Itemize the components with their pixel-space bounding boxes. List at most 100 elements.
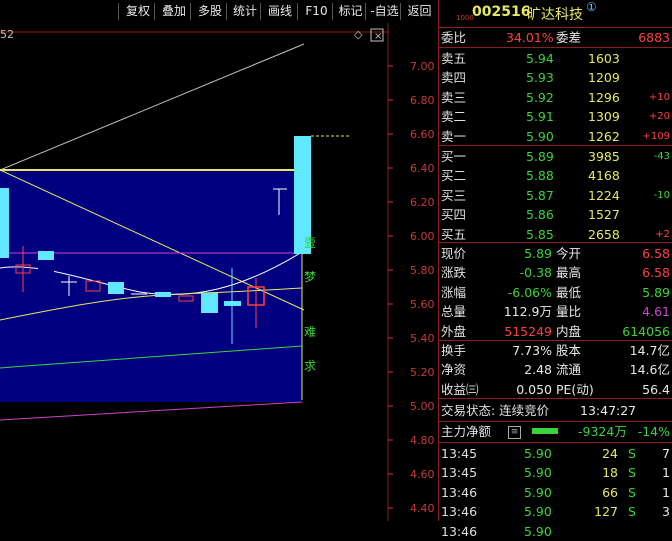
quote-label: 涨幅 (441, 284, 467, 300)
quote-row: 涨跌 -0.38 最高 6.58 (438, 263, 672, 282)
status-time: 13:47:27 (580, 403, 637, 418)
order-label: 买三 (441, 187, 467, 203)
order-label: 卖三 (441, 89, 467, 105)
stock-circle-mark: ① (586, 0, 597, 14)
quote-row: 现价 5.89 今开 6.58 (438, 244, 672, 263)
order-price: 5.90 (526, 128, 554, 144)
order-volume: 2658 (588, 226, 620, 242)
quote-value: 14.6亿 (629, 362, 670, 378)
chart-corner-value: 52 (0, 28, 14, 41)
quote-label: 量比 (556, 304, 582, 320)
axis-tick-label: 5.20 (410, 366, 435, 379)
axis-tick-label: 5.80 (410, 264, 435, 277)
quote-label: 最高 (556, 265, 582, 281)
tick-time: 13:45 (441, 446, 478, 461)
mainforce-row: 主力净额 ≡ -9324万 -14% (438, 422, 672, 441)
quote-value: 5.89 (524, 246, 552, 261)
quote-value: 112.9万 (503, 304, 552, 320)
order-price: 5.88 (526, 168, 554, 184)
tick-count: 1 (662, 465, 670, 481)
order-label: 卖五 (441, 51, 467, 66)
order-row: 卖四 5.93 1209 (438, 68, 672, 87)
kline-chart[interactable]: 7.00 6.80 6.60 6.40 6.20 6.00 5.80 5.60 5.40 5.20… (0, 0, 438, 521)
mainforce-label: 主力净额 (441, 424, 492, 439)
mainforce-pct: -14% (637, 424, 670, 439)
quote-label: PE(动) (556, 381, 594, 397)
order-row: 卖五 5.94 1603 (438, 49, 672, 68)
order-row: 买一 5.89 3985 -43 (438, 147, 672, 166)
axis-tick-label: 7.00 (410, 60, 435, 73)
quote-value: 2.48 (524, 362, 552, 378)
order-volume: 3985 (588, 149, 620, 164)
axis-tick-label: 6.40 (410, 162, 435, 175)
candle (38, 251, 54, 260)
quote-value: 5.89 (642, 284, 670, 300)
order-label: 卖二 (441, 109, 467, 125)
axis-tick-label: 4.40 (410, 502, 435, 515)
tick-side: S (628, 484, 636, 500)
tick-count: 3 (662, 504, 670, 520)
axis-tick-label: 6.60 (410, 128, 435, 141)
quote-value: 56.4 (642, 381, 670, 397)
candle (155, 292, 171, 297)
divider (438, 442, 672, 443)
quote-value: 614056 (622, 323, 670, 339)
list-icon[interactable]: ≡ (508, 426, 521, 439)
quote-value: -6.06% (507, 284, 552, 300)
tick-row: 13:45 5.90 18 S 1 (438, 463, 672, 482)
order-volume: 1603 (588, 51, 620, 66)
quote-row: 涨幅 -6.06% 最低 5.89 (438, 283, 672, 302)
quote-label: 现价 (441, 246, 467, 261)
order-row: 卖一 5.90 1262 +109 (438, 127, 672, 146)
divider (438, 242, 672, 243)
order-change: +10 (648, 91, 670, 103)
diamond-icon[interactable]: ◇ (354, 28, 363, 41)
order-price: 5.91 (526, 109, 554, 125)
tick-row: 13:46 5.90 (438, 522, 672, 541)
order-row: 买五 5.85 2658 +2 (438, 225, 672, 244)
axis-tick-label: 5.60 (410, 298, 435, 311)
tick-time: 13:46 (441, 523, 478, 539)
quote-value: 6.58 (642, 246, 670, 261)
stock-code: 002516 (472, 4, 531, 20)
annotation-char: 难 (304, 325, 316, 339)
quote-label: 最低 (556, 284, 582, 300)
quote-label: 总量 (441, 304, 467, 320)
tick-count: 1 (662, 484, 670, 500)
candle (108, 282, 124, 294)
order-price: 5.89 (526, 149, 554, 164)
tick-row: 13:45 5.90 24 S 7 (438, 444, 672, 463)
order-volume: 1224 (588, 187, 620, 203)
tick-time: 13:45 (441, 465, 478, 481)
weibi-value: 34.01% (506, 30, 554, 45)
divider (438, 47, 672, 48)
order-volume: 1262 (588, 128, 620, 144)
quote-label: 流通 (556, 362, 582, 378)
quote-row: 净资 2.48 流通 14.6亿 (438, 360, 672, 379)
tick-volume: 127 (594, 504, 618, 520)
annotation-char: 求 (304, 359, 316, 373)
quote-label: 内盘 (556, 323, 582, 339)
order-price: 5.85 (526, 226, 554, 242)
axis-tick-label: 5.00 (410, 400, 435, 413)
order-row: 买四 5.86 1527 (438, 205, 672, 224)
quote-row: 外盘 515249 内盘 614056 (438, 322, 672, 341)
weicha-label: 委差 (556, 30, 582, 45)
order-volume: 4168 (588, 168, 620, 184)
divider (438, 145, 672, 146)
quote-label: 外盘 (441, 323, 467, 339)
tick-side: S (628, 465, 636, 481)
tick-price: 5.90 (524, 465, 552, 481)
quote-panel: 1000 002516 旷达科技 ① 委比 34.01% 委差 6883 卖五 5… (438, 0, 672, 539)
axis-tick-label: 6.80 (410, 94, 435, 107)
quote-label: 收益㈢ (441, 381, 479, 397)
tick-price: 5.90 (524, 446, 552, 461)
order-price: 5.92 (526, 89, 554, 105)
tick-time: 13:46 (441, 484, 478, 500)
order-change: -10 (653, 189, 670, 201)
candle (0, 188, 9, 258)
quote-row: 收益㈢ 0.050 PE(动) 56.4 (438, 380, 672, 399)
order-price: 5.93 (526, 70, 554, 86)
annotation-char: 壹 (304, 236, 316, 250)
order-price: 5.86 (526, 207, 554, 223)
